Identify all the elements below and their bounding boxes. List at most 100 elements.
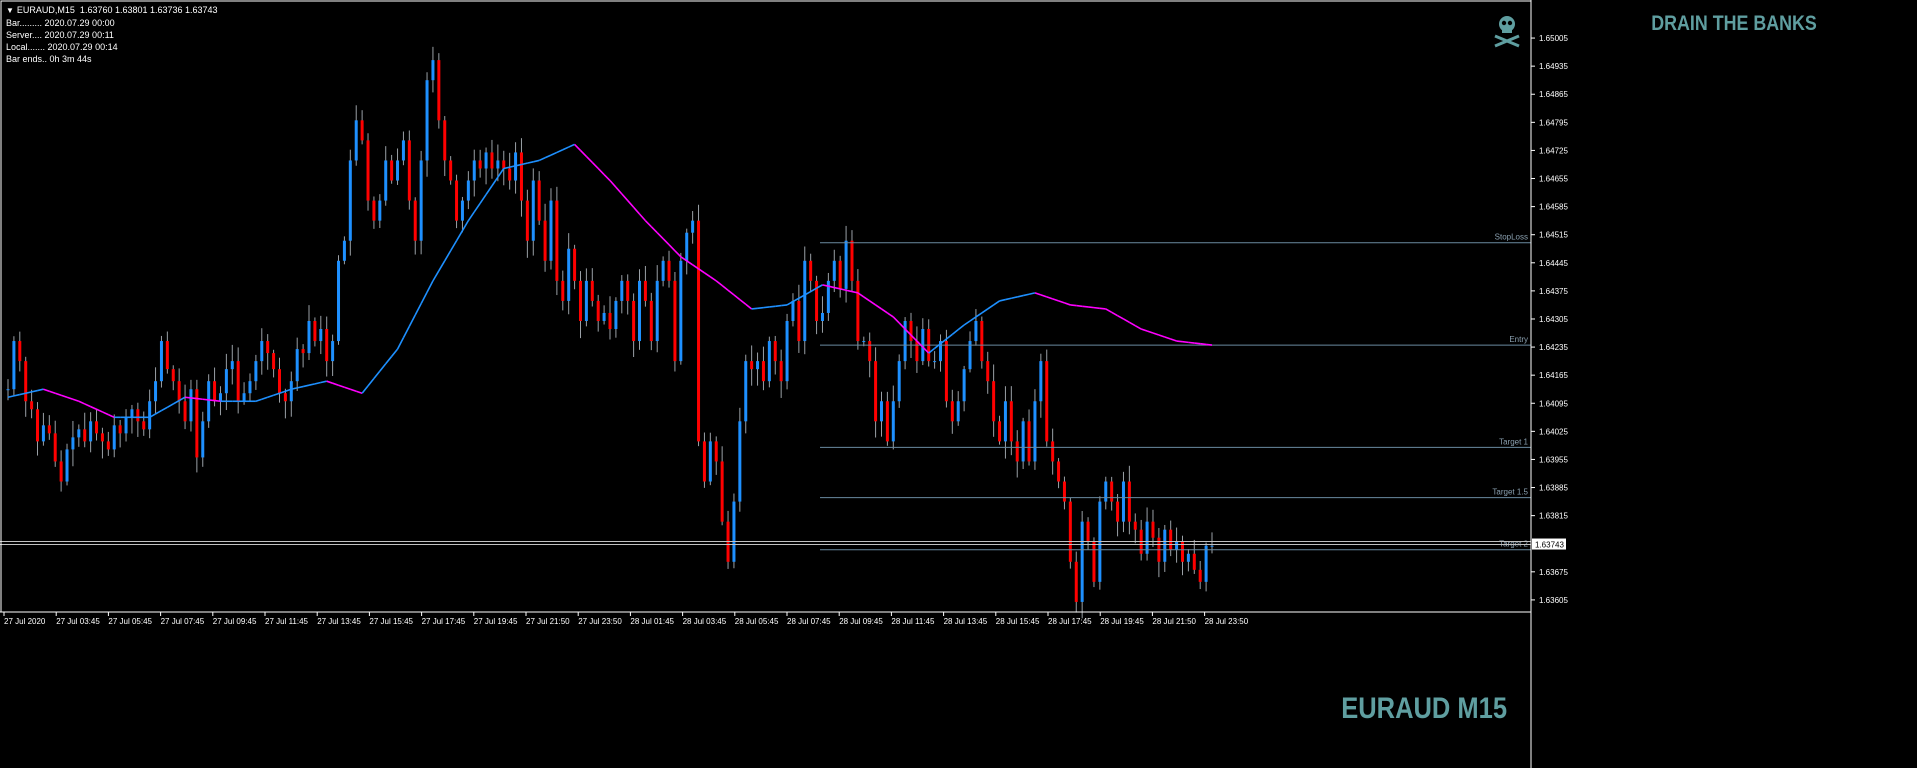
bear-candle bbox=[1198, 569, 1202, 582]
bull-candle bbox=[1145, 521, 1149, 554]
bull-candle bbox=[472, 160, 476, 181]
bull-candle bbox=[378, 200, 382, 221]
symbol-ohlc: EURAUD,M15 1.63760 1.63801 1.63736 1.637… bbox=[16, 5, 218, 15]
ma-segment bbox=[751, 307, 758, 310]
time-tick-label: 28 Jul 17:45 bbox=[1048, 617, 1092, 626]
ma-segment bbox=[1070, 304, 1077, 307]
bear-candle bbox=[608, 312, 612, 330]
ma-segment bbox=[190, 397, 197, 400]
bear-candle bbox=[47, 425, 51, 434]
price-tick-label: 1.64235 bbox=[1539, 343, 1568, 352]
bull-candle bbox=[567, 248, 571, 301]
bear-candle bbox=[702, 441, 706, 482]
bear-candle bbox=[1027, 421, 1031, 462]
bull-candle bbox=[756, 361, 760, 370]
bull-candle bbox=[466, 180, 470, 201]
time-tick-label: 27 Jul 11:45 bbox=[265, 617, 309, 626]
bear-candle bbox=[998, 421, 1002, 442]
bull-candle bbox=[77, 429, 81, 438]
bull-candle bbox=[419, 160, 423, 241]
bull-candle bbox=[974, 320, 978, 342]
bear-candle bbox=[18, 341, 22, 362]
level-label: Target 1.5 bbox=[1492, 488, 1528, 497]
time-tick-label: 27 Jul 07:45 bbox=[161, 617, 205, 626]
bull-candle bbox=[224, 369, 228, 394]
bear-candle bbox=[213, 381, 217, 402]
ma-segment bbox=[1093, 306, 1100, 310]
bear-candle bbox=[136, 409, 140, 422]
bear-candle bbox=[142, 421, 146, 430]
time-tick-label: 28 Jul 03:45 bbox=[683, 617, 727, 626]
current-price-label: 1.63743 bbox=[1535, 541, 1564, 550]
bull-candle bbox=[1175, 541, 1179, 550]
price-tick-label: 1.64655 bbox=[1539, 175, 1568, 184]
bear-candle bbox=[360, 120, 364, 141]
bull-candle bbox=[65, 449, 69, 482]
time-tick-label: 28 Jul 23:50 bbox=[1205, 617, 1249, 626]
bull-candle bbox=[201, 421, 205, 458]
bar-ends-timer: Bar ends.. 0h 3m 44s bbox=[6, 54, 92, 64]
bull-candle bbox=[655, 280, 659, 342]
ma-segment bbox=[757, 306, 764, 310]
bull-candle bbox=[230, 361, 234, 370]
bull-candle bbox=[531, 180, 535, 241]
bear-candle bbox=[632, 300, 636, 342]
bear-candle bbox=[1127, 481, 1131, 522]
bear-candle bbox=[868, 341, 872, 362]
bull-candle bbox=[732, 501, 736, 562]
bear-candle bbox=[272, 353, 276, 370]
bear-candle bbox=[1110, 481, 1114, 502]
bear-candle bbox=[525, 200, 529, 241]
price-tick-label: 1.64935 bbox=[1539, 62, 1568, 71]
bear-candle bbox=[413, 200, 417, 241]
bull-candle bbox=[6, 389, 10, 391]
bull-candle bbox=[785, 320, 789, 382]
bear-candle bbox=[773, 341, 777, 362]
bull-candle bbox=[1033, 401, 1037, 462]
bull-candle bbox=[260, 341, 264, 362]
time-tick-label: 28 Jul 21:50 bbox=[1152, 617, 1196, 626]
chart-window[interactable]: StopLoss Entry Target 1 Target 1.5 Target 21… bbox=[0, 0, 1917, 768]
bear-candle bbox=[980, 320, 984, 362]
bull-candle bbox=[549, 200, 553, 261]
bear-candle bbox=[390, 160, 394, 181]
bear-candle bbox=[443, 120, 447, 161]
level-label: StopLoss bbox=[1495, 233, 1528, 242]
bear-candle bbox=[502, 160, 506, 169]
bull-candle bbox=[584, 280, 588, 321]
bear-candle bbox=[1151, 521, 1155, 538]
time-tick-label: 27 Jul 15:45 bbox=[369, 617, 413, 626]
bull-candle bbox=[679, 260, 683, 362]
bear-candle bbox=[578, 280, 582, 321]
bear-candle bbox=[714, 441, 718, 462]
bull-candle bbox=[738, 421, 742, 502]
time-tick-label: 28 Jul 11:45 bbox=[891, 617, 935, 626]
bear-candle bbox=[1062, 481, 1066, 502]
time-tick-label: 27 Jul 23:50 bbox=[578, 617, 622, 626]
bear-candle bbox=[53, 433, 57, 462]
bear-candle bbox=[325, 329, 329, 362]
bear-candle bbox=[761, 361, 765, 382]
bull-candle bbox=[295, 349, 299, 382]
bear-candle bbox=[1092, 541, 1096, 582]
triangle-down-icon[interactable]: ▼ bbox=[6, 5, 14, 17]
symbol-line[interactable]: ▼ EURAUD,M15 1.63760 1.63801 1.63736 1.63… bbox=[6, 4, 218, 17]
bear-candle bbox=[1015, 441, 1019, 462]
bull-candle bbox=[891, 401, 895, 442]
bear-candle bbox=[59, 461, 63, 482]
bull-candle bbox=[154, 381, 158, 402]
bear-candle bbox=[449, 160, 453, 181]
bull-candle bbox=[1003, 401, 1007, 442]
bear-candle bbox=[277, 369, 281, 394]
price-chart[interactable]: StopLossEntryTarget 1Target 1.5Target 21… bbox=[0, 0, 1917, 768]
bull-candle bbox=[496, 160, 500, 169]
bull-candle bbox=[1204, 545, 1208, 582]
bear-candle bbox=[366, 140, 370, 201]
ma-segment bbox=[184, 396, 192, 399]
bull-candle bbox=[41, 425, 45, 442]
bear-candle bbox=[838, 260, 842, 289]
bull-candle bbox=[112, 425, 116, 450]
ma-segment bbox=[1188, 341, 1195, 344]
bear-candle bbox=[165, 341, 169, 370]
ma-segment bbox=[775, 304, 782, 308]
